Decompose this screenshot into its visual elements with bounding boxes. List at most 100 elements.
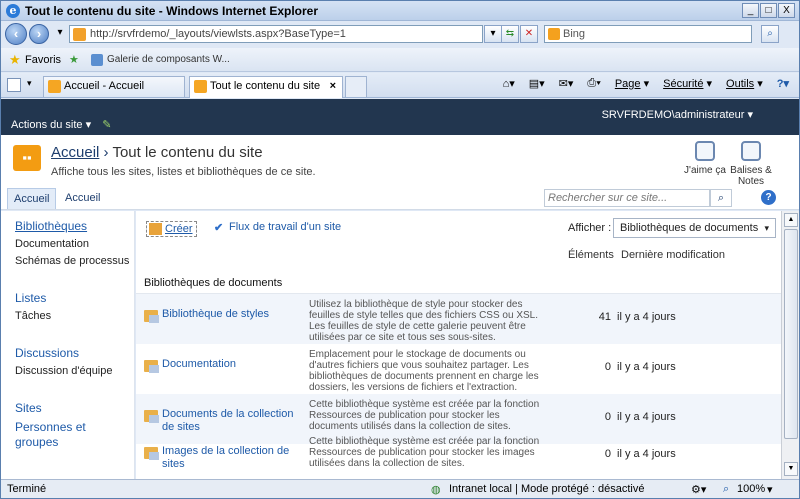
library-icon [144,360,159,373]
status-bar: Terminé ◍ Intranet local | Mode protégé … [1,479,799,498]
create-button[interactable]: Créer [146,221,197,237]
zoom-dropdown-icon[interactable]: ▾ [767,483,773,496]
bing-icon [548,28,560,40]
library-description: Utilisez la bibliothèque de style pour s… [309,299,539,343]
add-favorite-icon[interactable]: ★ [69,53,79,66]
tab-tout-le-contenu[interactable]: Tout le contenu du site × [189,76,343,98]
quick-tabs-icon[interactable] [7,78,21,92]
maximize-button[interactable]: □ [760,3,777,18]
mail-icon[interactable]: ✉▾ [559,77,574,90]
url-dropdown-icon[interactable]: ▾ [484,25,502,43]
tools-menu[interactable]: Outils ▾ [726,77,763,90]
sharepoint-favicon-icon [48,80,61,93]
title-bar: e Tout le contenu du site - Windows Inte… [1,1,799,21]
item-count: 0 [604,448,611,460]
workflow-icon: ✔ [214,222,224,234]
tags-notes-icon [741,141,761,161]
close-tab-icon[interactable]: × [330,77,336,96]
browser-window: e Tout le contenu du site - Windows Inte… [0,0,800,499]
nav-people[interactable]: Personnes et [15,420,86,434]
tab-accueil[interactable]: Accueil - Accueil [43,76,185,97]
scroll-down-icon[interactable]: ▼ [784,462,798,476]
nav-libraries[interactable]: Bibliothèques [15,219,87,233]
star-icon: ★ [9,52,21,67]
nav-people-groups[interactable]: groupes [15,435,58,449]
close-window-button[interactable]: X [778,3,795,18]
library-description: Cette bibliothèque système est créée par… [309,436,540,469]
page-menu[interactable]: Page ▾ [615,77,649,90]
help-icon[interactable]: ? [761,190,776,205]
nav-team-discussion[interactable]: Discussion d'équipe [15,365,113,377]
forward-arrow-icon[interactable]: › [29,24,49,44]
quick-launch: Bibliothèques Documentation Schémas de p… [1,211,135,479]
breadcrumb: Accueil › Tout le contenu du site [51,144,263,161]
site-search-input[interactable]: Rechercher sur ce site... [544,189,710,207]
library-icon [144,310,159,323]
minimize-button[interactable]: _ [742,3,759,18]
zoom-icon[interactable]: ⌕ [723,483,729,496]
library-icon [144,447,159,460]
refresh-icon[interactable]: ⇆ [501,25,519,43]
item-count: 0 [604,411,611,423]
site-search-icon[interactable]: ⌕ [710,189,732,207]
favorite-link[interactable]: Galerie de composants W... [107,54,230,65]
nav-sites[interactable]: Sites [15,401,42,415]
user-menu[interactable]: SRVFRDEMO\administrateur ▾ [602,108,753,121]
back-arrow-icon[interactable]: ‹ [5,23,27,45]
nav-discussions[interactable]: Discussions [15,346,79,360]
create-icon [149,223,162,235]
last-modified: il y a 4 jours [617,361,676,373]
nav-process[interactable]: Schémas de processus [15,255,129,267]
vertical-scrollbar[interactable]: ▲ ▼ [781,211,799,479]
column-modified: Dernière modification [621,249,725,261]
stop-icon[interactable]: ✕ [520,25,538,43]
last-modified: il y a 4 jours [617,411,676,423]
breadcrumb-home-link[interactable]: Accueil [51,144,99,161]
feeds-icon[interactable]: ▤▾ [529,77,545,90]
nav-home[interactable]: Accueil [59,188,106,209]
nav-documentation[interactable]: Documentation [15,238,89,250]
tags-notes-button[interactable]: Balises & Notes [721,141,781,187]
zoom-level[interactable]: 100% [737,483,765,495]
view-dropdown[interactable]: Bibliothèques de documents ▾ [613,218,776,238]
page-header: ▪▪ Accueil › Tout le contenu du site Aff… [1,135,799,188]
nav-tasks[interactable]: Tâches [15,310,51,322]
item-count: 41 [598,311,611,323]
library-link[interactable]: Images de la collection de sites [162,445,298,471]
window-title: Tout le contenu du site - Windows Intern… [25,4,319,18]
item-count: 0 [604,361,611,373]
top-navigation: Accueil Accueil Rechercher sur ce site..… [1,188,799,210]
section-title: Bibliothèques de documents [144,277,283,289]
search-input[interactable]: Bing [544,25,752,43]
new-tab-button[interactable] [345,76,367,97]
show-label: Afficher : [568,222,612,234]
table-row: Bibliothèque de styles Utilisez la bibli… [136,294,781,344]
last-modified: il y a 4 jours [617,311,676,323]
site-workflow-link[interactable]: ✔ Flux de travail d'un site [214,221,341,234]
tab-list-icon[interactable]: ▾ [27,78,32,89]
url-input[interactable]: http://srvfrdemo/_layouts/viewlsts.aspx?… [69,25,483,43]
sharepoint-top-bar: SRVFRDEMO\administrateur ▾ Actions du si… [1,99,799,135]
protected-mode-icon[interactable]: ⚙▾ [691,483,706,496]
print-icon[interactable]: ⎙▾ [587,77,600,90]
security-menu[interactable]: Sécurité ▾ [663,77,712,90]
edit-page-icon[interactable]: ✎ [102,119,111,131]
library-link[interactable]: Bibliothèque de styles [162,308,298,321]
home-icon[interactable]: ⌂▾ [503,77,515,90]
scroll-thumb[interactable] [784,229,798,439]
favorites-button[interactable]: Favoris [25,54,61,66]
tab-bar: ▾ Accueil - Accueil Tout le contenu du s… [1,73,799,98]
page-title: Tout le contenu du site [112,144,263,161]
scroll-up-icon[interactable]: ▲ [784,213,798,227]
history-dropdown-icon[interactable]: ▾ [51,25,69,43]
search-icon[interactable]: ⌕ [761,25,779,43]
address-bar: ‹ › ▾ http://srvfrdemo/_layouts/viewlsts… [1,22,799,47]
help-menu-icon[interactable]: ?▾ [777,77,789,90]
page-description: Affiche tous les sites, listes et biblio… [51,166,316,178]
nav-lists[interactable]: Listes [15,291,46,305]
status-text: Terminé [7,483,47,495]
library-description: Cette bibliothèque système est créée par… [309,399,540,432]
nav-home-selected[interactable]: Accueil [7,188,57,209]
library-link[interactable]: Documentation [162,358,298,371]
site-actions-menu[interactable]: Actions du site ▾ ✎ [11,118,111,131]
